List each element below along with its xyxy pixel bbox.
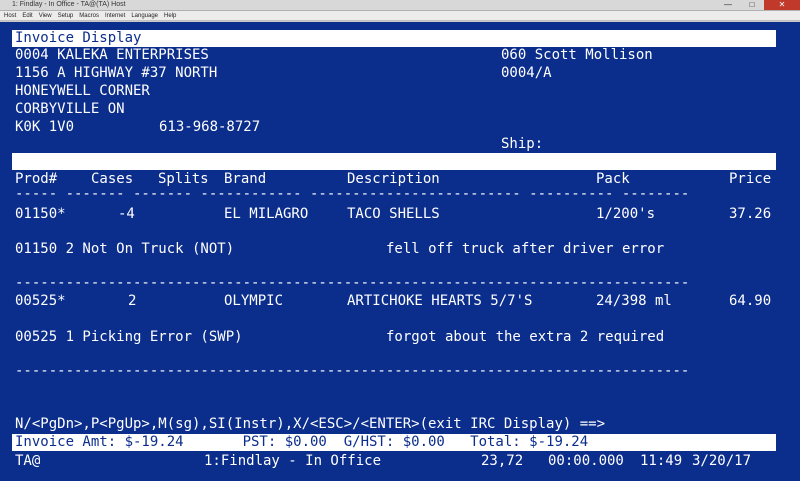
- line2-prod: 00525*: [15, 293, 66, 309]
- status-time: 11:49: [640, 453, 683, 469]
- sales-rep: 060 Scott Mollison: [501, 47, 653, 63]
- line1-note: 01150 2 Not On Truck (NOT): [15, 241, 235, 257]
- terminal-screen[interactable]: Invoice Display 0004 KALEKA ENTERPRISES …: [0, 22, 800, 481]
- status-user: TA@: [15, 453, 41, 469]
- invoice-totals: Invoice Amt: $-19.24 PST: $0.00 G/HST: $…: [15, 434, 589, 450]
- minimize-icon[interactable]: —: [716, 0, 740, 10]
- separator-rule-2: ----------------------------------------…: [15, 364, 690, 378]
- customer-address1: 1156 A HIGHWAY #37 NORTH: [15, 65, 218, 81]
- status-date: 3/20/17: [692, 453, 752, 469]
- col-brand: Brand: [224, 171, 267, 187]
- window-title: 1: Findlay - In Office - TA@(TA) Host: [12, 1, 126, 8]
- col-splits: Splits: [158, 171, 209, 187]
- menu-language[interactable]: Language: [131, 11, 158, 20]
- line2-cases: 2: [128, 293, 137, 309]
- line2-pack: 24/398 ml: [596, 293, 672, 309]
- status-timer: 00:00.000: [548, 453, 624, 469]
- menu-view[interactable]: View: [39, 11, 52, 20]
- line2-price: 64.90: [729, 293, 772, 309]
- line1-brand: EL MILAGRO: [224, 206, 309, 222]
- customer-postal: K0K 1V0: [15, 119, 75, 135]
- col-description: Description: [347, 171, 440, 187]
- ship-field[interactable]: [12, 153, 776, 170]
- line1-pack: 1/200's: [596, 206, 656, 222]
- totals-bar: Invoice Amt: $-19.24 PST: $0.00 G/HST: $…: [12, 434, 776, 451]
- screen-title-bar: Invoice Display: [12, 30, 776, 47]
- screen-title: Invoice Display: [15, 30, 142, 46]
- line1-comment: fell off truck after driver error: [386, 241, 665, 257]
- maximize-icon[interactable]: □: [740, 0, 764, 10]
- customer-address2: HONEYWELL CORNER: [15, 83, 150, 99]
- customer-phone: 613-968-8727: [159, 119, 261, 135]
- menu-macros[interactable]: Macros: [79, 11, 99, 20]
- window-titlebar: 1: Findlay - In Office - TA@(TA) Host — …: [0, 0, 800, 11]
- menu-host[interactable]: Host: [4, 11, 16, 20]
- col-price: Price: [729, 171, 772, 187]
- col-pack: Pack: [596, 171, 630, 187]
- close-icon[interactable]: ✕: [764, 0, 800, 10]
- ship-label: Ship:: [501, 136, 544, 152]
- line1-price: 37.26: [729, 206, 772, 222]
- account-number: 0004/A: [501, 65, 552, 81]
- line2-note: 00525 1 Picking Error (SWP): [15, 329, 243, 345]
- menu-internet[interactable]: Internet: [105, 11, 125, 20]
- line2-description: ARTICHOKE HEARTS 5/7'S: [347, 293, 533, 309]
- header-rule: ----- ------- ------- ------------ -----…: [15, 187, 690, 201]
- menu-help[interactable]: Help: [164, 11, 176, 20]
- line2-comment: forgot about the extra 2 required: [386, 329, 665, 345]
- customer-city: CORBYVILLE ON: [15, 101, 125, 117]
- line1-prod: 01150*: [15, 206, 66, 222]
- customer-name: 0004 KALEKA ENTERPRISES: [15, 47, 209, 63]
- line2-brand: OLYMPIC: [224, 293, 284, 309]
- menu-bar: Host Edit View Setup Macros Internet Lan…: [0, 11, 800, 21]
- window-controls: — □ ✕: [716, 0, 800, 10]
- col-prod: Prod#: [15, 171, 58, 187]
- command-prompt[interactable]: N/<PgDn>,P<PgUp>,M(sg),SI(Instr),X/<ESC>…: [15, 416, 605, 433]
- status-cursor: 23,72: [481, 453, 524, 469]
- line1-description: TACO SHELLS: [347, 206, 440, 222]
- separator-rule-1: ----------------------------------------…: [15, 276, 690, 290]
- col-cases: Cases: [91, 171, 134, 187]
- status-session: 1:Findlay - In Office: [204, 453, 382, 469]
- line1-cases: -4: [118, 206, 135, 222]
- menu-setup[interactable]: Setup: [58, 11, 74, 20]
- menu-edit[interactable]: Edit: [22, 11, 32, 20]
- status-bar: TA@ 1:Findlay - In Office 23,72 00:00.00…: [0, 453, 800, 471]
